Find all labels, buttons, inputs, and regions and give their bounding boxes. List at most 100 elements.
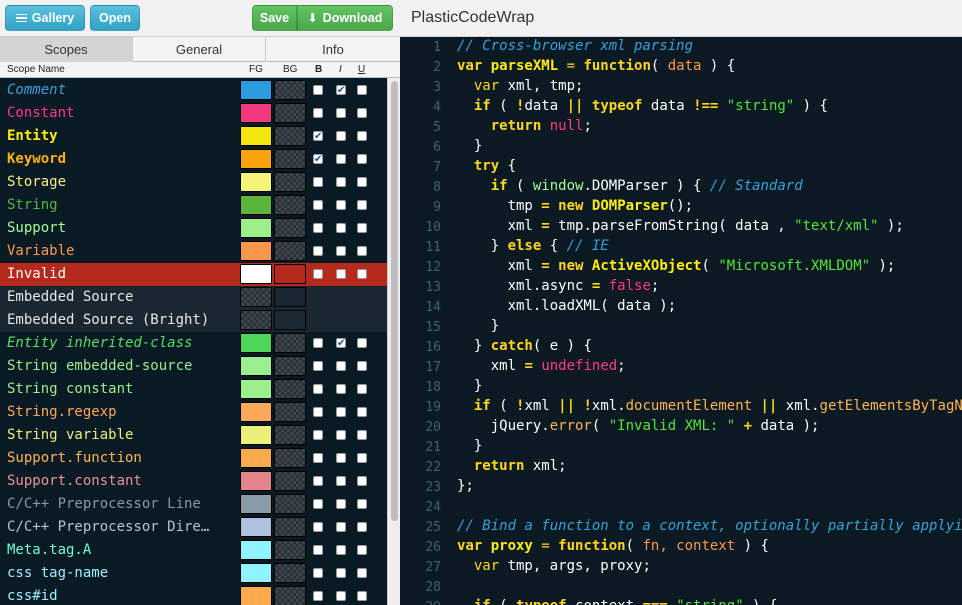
bg-color-swatch[interactable]	[274, 80, 306, 100]
bold-checkbox[interactable]	[313, 108, 323, 118]
italic-checkbox[interactable]	[336, 568, 346, 578]
fg-color-swatch[interactable]	[240, 586, 272, 605]
bold-checkbox[interactable]	[313, 223, 323, 233]
bg-color-swatch[interactable]	[274, 379, 306, 399]
scope-row[interactable]: Invalid	[0, 263, 387, 286]
fg-color-swatch[interactable]	[240, 333, 272, 353]
fg-color-swatch[interactable]	[240, 517, 272, 537]
fg-color-swatch[interactable]	[240, 149, 272, 169]
scope-row[interactable]: String.regexp	[0, 401, 387, 424]
bold-checkbox[interactable]	[313, 407, 323, 417]
underline-checkbox[interactable]	[357, 476, 367, 486]
underline-checkbox[interactable]	[357, 131, 367, 141]
underline-checkbox[interactable]	[357, 384, 367, 394]
underline-checkbox[interactable]	[357, 246, 367, 256]
fg-color-swatch[interactable]	[240, 356, 272, 376]
underline-checkbox[interactable]	[357, 591, 367, 601]
scope-row[interactable]: Embedded Source (Bright)	[0, 309, 387, 332]
scope-row[interactable]: C/C++ Preprocessor Dire…	[0, 516, 387, 539]
italic-checkbox[interactable]	[336, 154, 346, 164]
italic-checkbox[interactable]	[336, 246, 346, 256]
bg-color-swatch[interactable]	[274, 218, 306, 238]
bg-color-swatch[interactable]	[274, 517, 306, 537]
bold-checkbox[interactable]	[313, 246, 323, 256]
fg-color-swatch[interactable]	[240, 264, 272, 284]
scope-row[interactable]: String constant	[0, 378, 387, 401]
bold-checkbox[interactable]	[313, 269, 323, 279]
italic-checkbox[interactable]	[336, 361, 346, 371]
scope-row[interactable]: Variable	[0, 240, 387, 263]
scope-row[interactable]: Entity ✔	[0, 125, 387, 148]
scrollbar-thumb[interactable]	[391, 81, 398, 521]
scope-row[interactable]: css#id	[0, 585, 387, 605]
bold-checkbox[interactable]: ✔	[313, 154, 323, 165]
bg-color-swatch[interactable]	[274, 287, 306, 307]
bold-checkbox[interactable]	[313, 453, 323, 463]
italic-checkbox[interactable]	[336, 200, 346, 210]
italic-checkbox[interactable]	[336, 545, 346, 555]
scope-row[interactable]: Keyword ✔	[0, 148, 387, 171]
italic-checkbox[interactable]: ✔	[336, 338, 346, 349]
bold-checkbox[interactable]	[313, 591, 323, 601]
scope-row[interactable]: Storage	[0, 171, 387, 194]
italic-checkbox[interactable]	[336, 476, 346, 486]
fg-color-swatch[interactable]	[240, 172, 272, 192]
underline-checkbox[interactable]	[357, 407, 367, 417]
bold-checkbox[interactable]	[313, 384, 323, 394]
scope-row[interactable]: Comment ✔	[0, 79, 387, 102]
underline-checkbox[interactable]	[357, 453, 367, 463]
save-button[interactable]: Save	[252, 5, 297, 31]
scope-row[interactable]: String	[0, 194, 387, 217]
bg-color-swatch[interactable]	[274, 563, 306, 583]
bg-color-swatch[interactable]	[274, 195, 306, 215]
fg-color-swatch[interactable]	[240, 494, 272, 514]
fg-color-swatch[interactable]	[240, 310, 272, 330]
fg-color-swatch[interactable]	[240, 563, 272, 583]
bg-color-swatch[interactable]	[274, 333, 306, 353]
italic-checkbox[interactable]	[336, 384, 346, 394]
fg-color-swatch[interactable]	[240, 218, 272, 238]
scope-row[interactable]: Support.function	[0, 447, 387, 470]
bold-checkbox[interactable]	[313, 522, 323, 532]
tab-info[interactable]: Info	[266, 37, 400, 62]
fg-color-swatch[interactable]	[240, 241, 272, 261]
scope-row[interactable]: Support	[0, 217, 387, 240]
bg-color-swatch[interactable]	[274, 540, 306, 560]
underline-checkbox[interactable]	[357, 499, 367, 509]
scope-row[interactable]: String embedded-source	[0, 355, 387, 378]
bold-checkbox[interactable]: ✔	[313, 131, 323, 142]
fg-color-swatch[interactable]	[240, 287, 272, 307]
bg-color-swatch[interactable]	[274, 126, 306, 146]
bold-checkbox[interactable]	[313, 430, 323, 440]
underline-checkbox[interactable]	[357, 177, 367, 187]
bold-checkbox[interactable]	[313, 476, 323, 486]
scope-row[interactable]: String variable	[0, 424, 387, 447]
scope-row[interactable]: Embedded Source	[0, 286, 387, 309]
underline-checkbox[interactable]	[357, 361, 367, 371]
fg-color-swatch[interactable]	[240, 103, 272, 123]
scope-row[interactable]: Entity inherited-class ✔	[0, 332, 387, 355]
fg-color-swatch[interactable]	[240, 379, 272, 399]
underline-checkbox[interactable]	[357, 269, 367, 279]
bg-color-swatch[interactable]	[274, 494, 306, 514]
underline-checkbox[interactable]	[357, 200, 367, 210]
gallery-button[interactable]: Gallery	[5, 5, 85, 31]
underline-checkbox[interactable]	[357, 545, 367, 555]
download-button[interactable]: ⬇ Download	[297, 5, 393, 31]
bold-checkbox[interactable]	[313, 568, 323, 578]
underline-checkbox[interactable]	[357, 154, 367, 164]
scope-row[interactable]: Meta.tag.A	[0, 539, 387, 562]
bg-color-swatch[interactable]	[274, 241, 306, 261]
bg-color-swatch[interactable]	[274, 586, 306, 605]
italic-checkbox[interactable]	[336, 499, 346, 509]
italic-checkbox[interactable]	[336, 131, 346, 141]
open-button[interactable]: Open	[90, 5, 140, 31]
italic-checkbox[interactable]	[336, 177, 346, 187]
italic-checkbox[interactable]	[336, 522, 346, 532]
italic-checkbox[interactable]	[336, 591, 346, 601]
fg-color-swatch[interactable]	[240, 448, 272, 468]
bg-color-swatch[interactable]	[274, 402, 306, 422]
fg-color-swatch[interactable]	[240, 126, 272, 146]
bold-checkbox[interactable]	[313, 499, 323, 509]
italic-checkbox[interactable]	[336, 430, 346, 440]
